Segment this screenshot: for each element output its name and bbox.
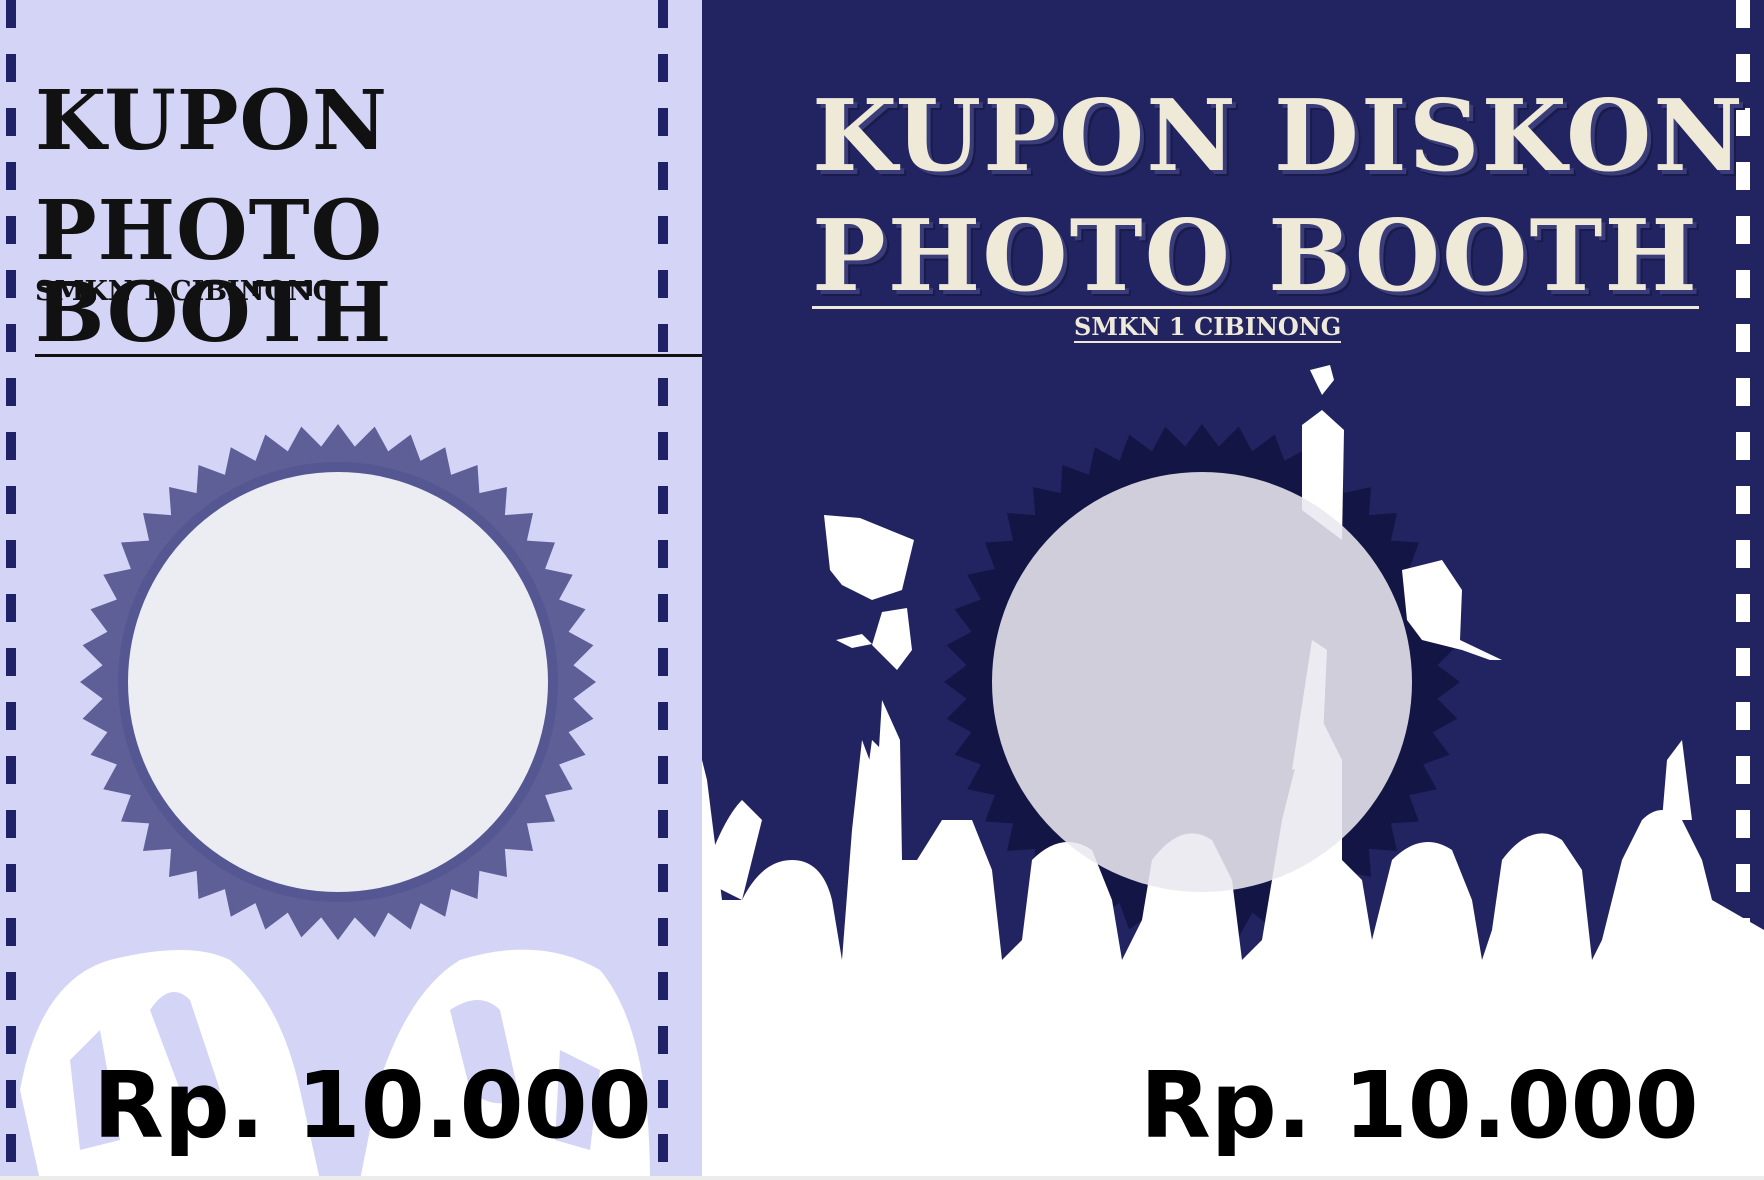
coupon-school-name: SMKN 1 CIBINONG (1074, 312, 1342, 343)
coupon-sheet: KUPON PHOTO BOOTH SMKN 1 CIBINONG Rp. 10… (0, 0, 1764, 1180)
coupon-title-line2: PHOTO BOOTH (812, 199, 1699, 314)
stub-price: Rp. 10.000 (93, 1052, 652, 1159)
coupon-main: KUPON DISKON PHOTO BOOTH SMKN 1 CIBINONG… (702, 0, 1764, 1176)
stub-school-name: SMKN 1 CIBINONG (35, 276, 336, 307)
badge-seal-icon (80, 424, 596, 940)
photo-placeholder-circle (992, 472, 1412, 892)
coupon-title-line1: KUPON DISKON (812, 79, 1745, 194)
coupon-stub: KUPON PHOTO BOOTH SMKN 1 CIBINONG Rp. 10… (0, 0, 702, 1176)
stub-title-line2: PHOTO BOOTH (35, 190, 702, 357)
stub-title-line1: KUPON (35, 73, 388, 169)
photo-placeholder-circle (128, 472, 548, 892)
coupon-price: Rp. 10.000 (1140, 1052, 1699, 1159)
bottom-edge (0, 1176, 1764, 1180)
